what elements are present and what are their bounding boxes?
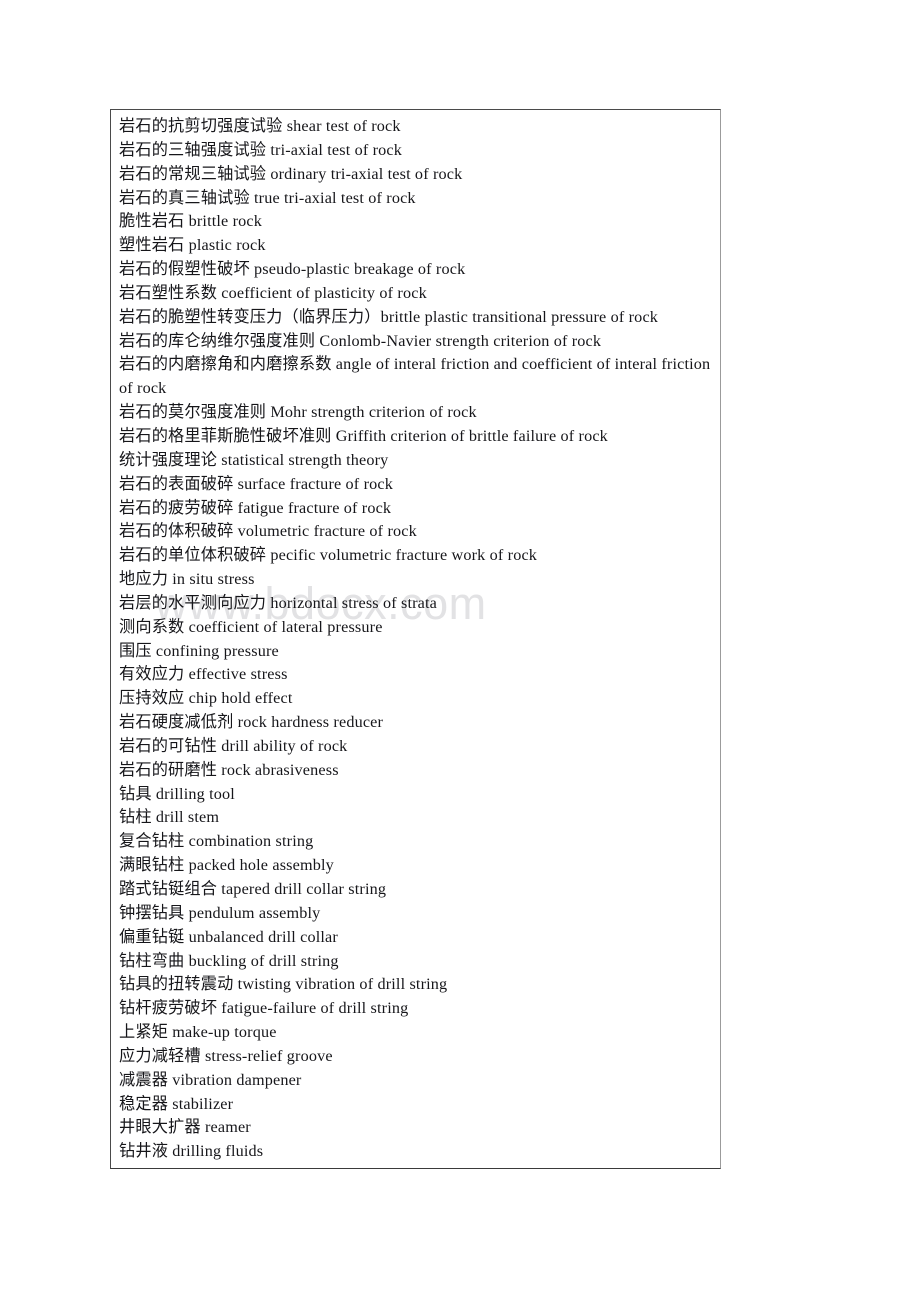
- glossary-entry: 满眼钻柱 packed hole assembly: [119, 856, 334, 875]
- glossary-entry: 井眼大扩器 reamer: [119, 1118, 251, 1137]
- glossary-entry: 统计强度理论 statistical strength theory: [119, 450, 389, 469]
- glossary-entry: 压持效应 chip hold effect: [119, 689, 293, 708]
- glossary-entry: 岩石的莫尔强度准则 Mohr strength criterion of roc…: [119, 403, 477, 422]
- document-page: www.bdocx.com 岩石的抗剪切强度试验 shear test of r…: [0, 0, 920, 1302]
- glossary-entry: 钻柱弯曲 buckling of drill string: [119, 951, 339, 970]
- glossary-entry: 岩石的常规三轴试验 ordinary tri-axial test of roc…: [119, 164, 463, 183]
- glossary-entry: 钻具的扭转震动 twisting vibration of drill stri…: [119, 975, 448, 994]
- glossary-entry: 岩石的单位体积破碎 pecific volumetric fracture wo…: [119, 546, 538, 565]
- glossary-entry: 脆性岩石 brittle rock: [119, 212, 263, 231]
- glossary-entry: 钟摆钻具 pendulum assembly: [119, 903, 321, 922]
- glossary-entry: 岩石的体积破碎 volumetric fracture of rock: [119, 522, 417, 541]
- glossary-entry: 岩石塑性系数 coefficient of plasticity of rock: [119, 283, 427, 302]
- glossary-entry: 岩石的库仑纳维尔强度准则 Conlomb-Navier strength cri…: [119, 331, 602, 350]
- glossary-entry: 钻井液 drilling fluids: [119, 1142, 264, 1161]
- glossary-table: 岩石的抗剪切强度试验 shear test of rock 岩石的三轴强度试验 …: [110, 109, 721, 1170]
- glossary-entry: 岩石的抗剪切强度试验 shear test of rock: [119, 117, 401, 135]
- glossary-entry: 稳定器 stabilizer: [119, 1094, 234, 1113]
- glossary-entry: 减震器 vibration dampener: [119, 1070, 302, 1089]
- glossary-entry: 钻具 drilling tool: [119, 784, 235, 803]
- glossary-entry: 岩石的研磨性 rock abrasiveness: [119, 760, 339, 779]
- glossary-entry: 钻杆疲劳破坏 fatigue-failure of drill string: [119, 999, 409, 1018]
- glossary-entry: 岩石的可钻性 drill ability of rock: [119, 736, 348, 755]
- glossary-entry: 岩石的脆塑性转变压力（临界压力）brittle plastic transiti…: [119, 307, 659, 326]
- glossary-entry: 塑性岩石 plastic rock: [119, 236, 266, 255]
- glossary-entry: 地应力 in situ stress: [119, 570, 255, 589]
- glossary-entry: 应力减轻槽 stress-relief groove: [119, 1046, 333, 1065]
- glossary-entry: 岩石的假塑性破坏 pseudo-plastic breakage of rock: [119, 260, 466, 279]
- glossary-entry: 测向系数 coefficient of lateral pressure: [119, 617, 383, 636]
- glossary-entry: 岩层的水平测向应力 horizontal stress of strata: [119, 593, 438, 612]
- glossary-entry: 钻柱 drill stem: [119, 808, 220, 827]
- glossary-entry: 围压 confining pressure: [119, 641, 279, 660]
- glossary-entry: 岩石硬度减低剂 rock hardness reducer: [119, 713, 384, 732]
- glossary-entry: 岩石的疲劳破碎 fatigue fracture of rock: [119, 498, 392, 517]
- glossary-entry: 岩石的真三轴试验 true tri-axial test of rock: [119, 188, 416, 207]
- glossary-entry: 岩石的三轴强度试验 tri-axial test of rock: [119, 140, 403, 159]
- glossary-entry: 岩石的内磨擦角和内磨擦系数 angle of interal friction …: [119, 355, 711, 398]
- glossary-entry: 复合钻柱 combination string: [119, 832, 314, 851]
- glossary-entry-list: 岩石的抗剪切强度试验 shear test of rock 岩石的三轴强度试验 …: [119, 115, 712, 1164]
- glossary-entry: 岩石的表面破碎 surface fracture of rock: [119, 474, 393, 493]
- glossary-entry: 踏式钻铤组合 tapered drill collar string: [119, 880, 387, 898]
- glossary-entry: 岩石的格里菲斯脆性破坏准则 Griffith criterion of brit…: [119, 426, 608, 445]
- glossary-entry: 有效应力 effective stress: [119, 665, 288, 684]
- glossary-entry: 上紧矩 make-up torque: [119, 1023, 277, 1042]
- glossary-entry: 偏重钻铤 unbalanced drill collar: [119, 927, 338, 946]
